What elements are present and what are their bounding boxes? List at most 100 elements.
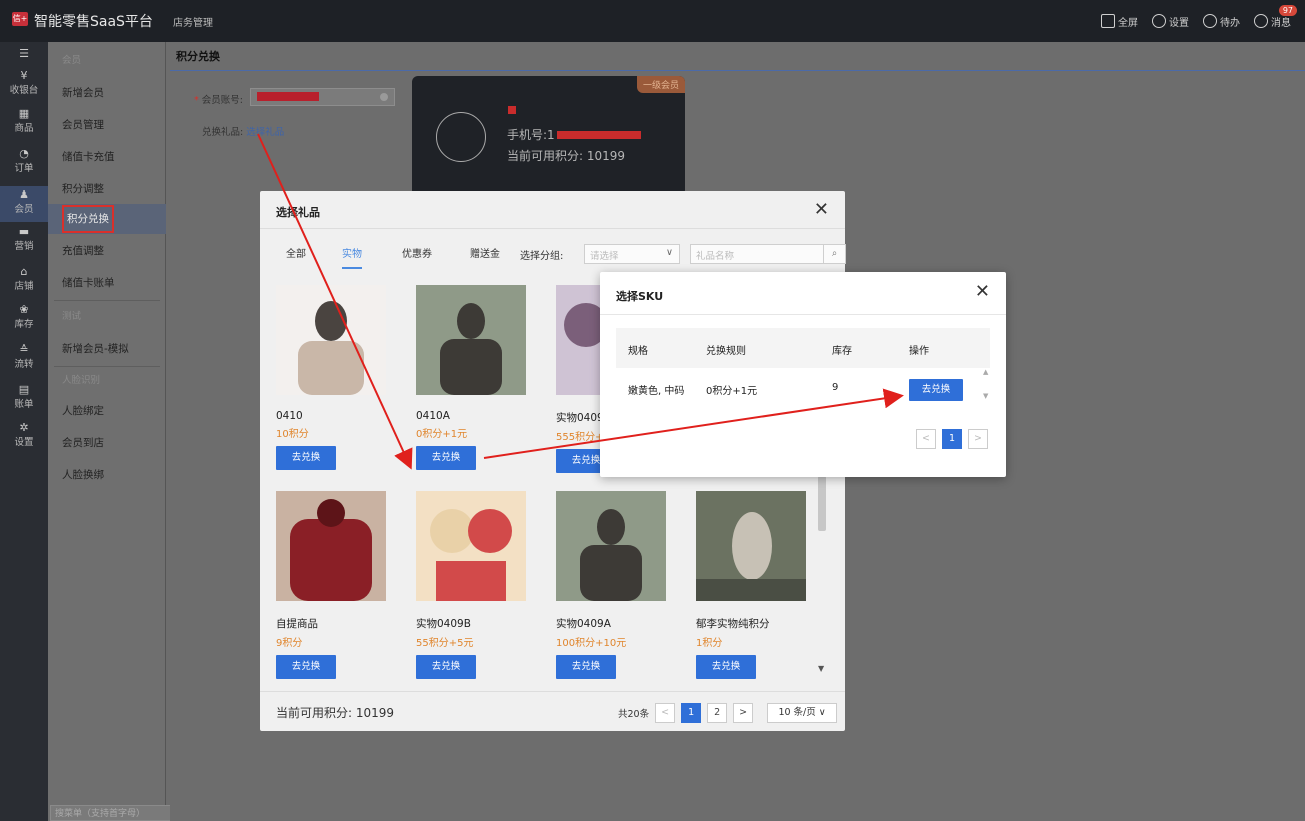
redeem-button[interactable]: 去兑换	[416, 655, 476, 679]
settings-icon: ✲	[19, 421, 29, 434]
member-level-badge: 一级会员	[636, 76, 685, 93]
member-points: 当前可用积分: 10199	[507, 149, 626, 163]
rail-item-store[interactable]: ⌂ 店铺	[0, 265, 48, 293]
chevron-down-icon: ∨	[666, 247, 673, 258]
rail-item-goods[interactable]: ▦ 商品	[0, 108, 48, 135]
submenu-group-member: 会员	[62, 55, 82, 66]
redeem-button[interactable]: 去兑换	[556, 655, 616, 679]
close-icon[interactable]: ✕	[975, 281, 990, 302]
submenu-item-face-rebind[interactable]: 人脸换绑	[48, 460, 166, 490]
rail-label: 会员	[14, 204, 34, 215]
page-1-button[interactable]: 1	[681, 703, 702, 723]
gift-card: 实物0409B 55积分+5元 去兑换	[416, 491, 526, 679]
gift-card: 自提商品 9积分 去兑换	[276, 491, 386, 679]
tab-all[interactable]: 全部	[286, 247, 306, 269]
rail-item-members[interactable]: ♟ 会员	[0, 186, 48, 222]
select-gift-link[interactable]: 选择礼品	[246, 127, 284, 138]
rail-item-cashier[interactable]: ¥ 收银台	[0, 69, 48, 97]
cashier-icon: ¥	[20, 69, 28, 82]
rail-item-inventory[interactable]: ❀ 库存	[0, 304, 48, 331]
prev-page-button[interactable]: <	[916, 429, 936, 449]
sku-table-scrollbar[interactable]: ▲ ▼	[983, 368, 990, 414]
gift-image	[276, 285, 386, 395]
nav-store-management[interactable]: 店务管理	[173, 14, 213, 29]
divider	[54, 300, 160, 301]
divider	[170, 70, 1305, 71]
page-2-button[interactable]: 2	[707, 703, 728, 723]
scroll-down-icon[interactable]: ▼	[818, 664, 824, 673]
next-page-button[interactable]: >	[968, 429, 988, 449]
tab-physical[interactable]: 实物	[342, 247, 362, 269]
member-phone: 手机号:1	[507, 128, 555, 142]
rail-label: 商品	[14, 123, 34, 134]
submenu-item-member-management[interactable]: 会员管理	[48, 110, 166, 140]
submenu-item-points-exchange[interactable]: 积分兑换	[48, 204, 166, 234]
tab-coupon[interactable]: 优惠券	[402, 247, 432, 269]
next-page-button[interactable]: >	[733, 703, 754, 723]
scrollbar-thumb[interactable]	[818, 476, 826, 531]
pagination: 共20条 < 1 2 > 10 条/页 ∨	[618, 702, 838, 724]
gift-tabs: 全部 实物 优惠券 赠送金 选择分组: 请选择 ∨ 礼品名称 ⌕	[276, 244, 846, 271]
divider	[600, 314, 1006, 315]
submenu-item-card-recharge[interactable]: 储值卡充值	[48, 142, 166, 172]
gift-list-scrollbar[interactable]: ▼	[818, 476, 826, 676]
redacted-value	[257, 92, 319, 101]
menu-toggle-icon[interactable]: ☰	[0, 48, 48, 60]
redeem-button[interactable]: 去兑换	[696, 655, 756, 679]
column-header-stock: 库存	[832, 346, 852, 357]
sku-stock: 9	[832, 382, 839, 393]
submenu-item-add-member[interactable]: 新增会员	[48, 78, 166, 108]
account-label: * 会员账号:	[194, 95, 243, 106]
search-icon[interactable]: ⌕	[823, 244, 845, 264]
rail-item-bills[interactable]: ▤ 账单	[0, 384, 48, 411]
table-row: 嫩黄色, 中码 0积分+1元 9 去兑换 ▲ ▼	[616, 368, 990, 414]
gift-card: 0410A 0积分+1元 去兑换	[416, 285, 526, 470]
submenu-item-recharge-adjust[interactable]: 充值调整	[48, 236, 166, 266]
submenu-item-face-bind[interactable]: 人脸绑定	[48, 396, 166, 426]
rail-label: 订单	[14, 163, 34, 174]
store-icon: ⌂	[20, 265, 28, 278]
fullscreen-button[interactable]: 全屏	[1101, 14, 1138, 29]
redeem-sku-button[interactable]: 去兑换	[909, 379, 963, 401]
rail-label: 设置	[14, 437, 34, 448]
page-1-button[interactable]: 1	[942, 429, 962, 449]
todo-button[interactable]: 待办	[1203, 14, 1240, 29]
gift-card: 实物0409A 100积分+10元 去兑换	[556, 491, 666, 679]
gift-name-search-input[interactable]: 礼品名称 ⌕	[690, 244, 846, 264]
messages-button[interactable]: 消息 97	[1254, 4, 1297, 29]
submenu-item-add-member-sim[interactable]: 新增会员-模拟	[48, 334, 166, 364]
redeem-button[interactable]: 去兑换	[276, 446, 336, 470]
main-nav-rail: ☰ ¥ 收银台 ▦ 商品 ◔ 订单 ♟ 会员 ▬ 营销 ⌂ 店铺 ❀ 库存 ≙ 流转 ▤ 账单 ✲…	[0, 42, 48, 821]
dialog-footer: 当前可用积分: 10199 共20条 < 1 2 > 10 条/页 ∨	[260, 691, 845, 731]
gift-name: 实物0409A	[556, 618, 611, 630]
submenu-item-label: 积分兑换	[62, 205, 114, 233]
rail-label: 店铺	[14, 281, 34, 292]
rail-item-orders[interactable]: ◔ 订单	[0, 148, 48, 175]
close-icon[interactable]: ✕	[814, 199, 829, 220]
dialog-header: 选择礼品 ✕	[260, 191, 845, 229]
rail-item-settings[interactable]: ✲ 设置	[0, 421, 48, 449]
redeem-button[interactable]: 去兑换	[416, 446, 476, 470]
gift-image	[276, 491, 386, 601]
rail-label: 流转	[14, 359, 34, 370]
member-account-input[interactable]	[250, 88, 395, 106]
gift-price: 1积分	[696, 638, 723, 649]
group-select[interactable]: 请选择 ∨	[584, 244, 680, 264]
rail-item-marketing[interactable]: ▬ 营销	[0, 226, 48, 253]
settings-button[interactable]: 设置	[1152, 14, 1189, 29]
fullscreen-icon	[1101, 14, 1115, 28]
prev-page-button[interactable]: <	[655, 703, 676, 723]
messages-label: 消息	[1271, 17, 1291, 29]
redeem-button[interactable]: 去兑换	[276, 655, 336, 679]
gift-label: 兑换礼品: 选择礼品	[202, 127, 285, 138]
rail-item-transfer[interactable]: ≙ 流转	[0, 344, 48, 371]
redacted-phone	[557, 131, 641, 139]
submenu-item-card-bills[interactable]: 储值卡账单	[48, 268, 166, 298]
tab-bonus[interactable]: 赠送金	[470, 247, 500, 269]
sku-pagination: < 1 >	[916, 429, 988, 449]
rail-label: 账单	[14, 399, 34, 410]
submenu-item-points-adjust[interactable]: 积分调整	[48, 174, 166, 204]
clear-icon[interactable]	[380, 93, 388, 101]
submenu-item-member-arrival[interactable]: 会员到店	[48, 428, 166, 458]
page-size-select[interactable]: 10 条/页 ∨	[767, 703, 838, 723]
